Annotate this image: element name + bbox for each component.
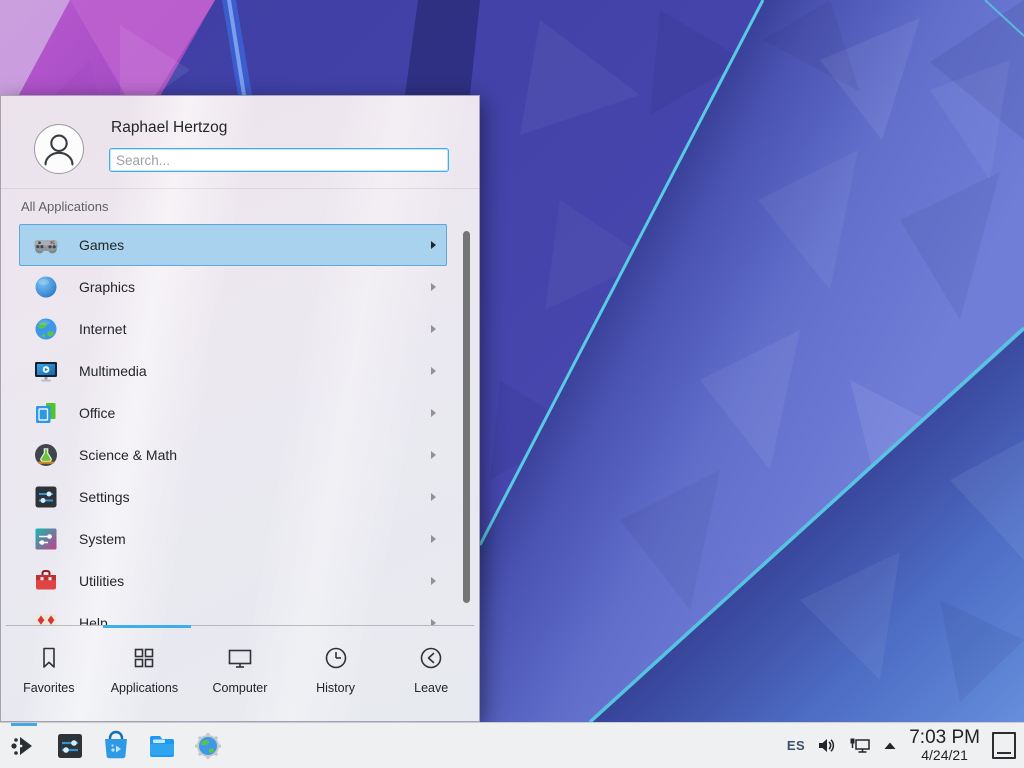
network-icon[interactable] xyxy=(849,737,871,754)
discover-button[interactable] xyxy=(100,723,132,768)
leave-icon xyxy=(417,644,445,672)
digital-clock[interactable]: 7:03 PM 4/24/21 xyxy=(909,728,980,763)
user-name: Raphael Hertzog xyxy=(111,119,227,137)
taskbar-app-icons xyxy=(8,723,224,768)
section-label: All Applications xyxy=(21,199,108,214)
submenu-arrow-icon xyxy=(431,577,436,585)
utilities-icon xyxy=(33,568,59,594)
system-settings-button[interactable] xyxy=(54,723,86,768)
file-manager-button[interactable] xyxy=(146,723,178,768)
favorites-icon xyxy=(35,644,63,672)
category-help[interactable]: Help xyxy=(19,602,447,625)
tab-label: History xyxy=(316,681,355,695)
submenu-arrow-icon xyxy=(431,451,436,459)
show-desktop-button[interactable] xyxy=(992,732,1016,759)
submenu-arrow-icon xyxy=(431,325,436,333)
keyboard-layout-indicator[interactable]: ES xyxy=(787,738,805,753)
submenu-arrow-icon xyxy=(431,493,436,501)
tab-label: Leave xyxy=(414,681,448,695)
expand-tray-icon[interactable] xyxy=(883,741,897,750)
application-launcher-button[interactable] xyxy=(8,723,40,768)
tab-label: Applications xyxy=(111,681,178,695)
kickoff-icon xyxy=(8,730,40,762)
submenu-arrow-icon xyxy=(431,283,436,291)
active-tab-indicator xyxy=(103,625,191,628)
header-separator xyxy=(1,188,479,189)
category-internet[interactable]: Internet xyxy=(19,308,447,350)
category-label: Office xyxy=(79,405,115,421)
settings-icon xyxy=(33,484,59,510)
launcher-tabbar: Favorites Applications Computer History Leav… xyxy=(1,629,479,722)
category-utilities[interactable]: Utilities xyxy=(19,560,447,602)
discover-icon xyxy=(100,730,132,762)
tab-applications[interactable]: Applications xyxy=(97,629,193,722)
search-input[interactable] xyxy=(109,148,449,172)
user-avatar xyxy=(34,124,84,174)
active-task-indicator xyxy=(11,723,37,726)
tab-leave[interactable]: Leave xyxy=(383,629,479,722)
category-label: Games xyxy=(79,237,124,253)
list-scrollbar[interactable] xyxy=(463,231,470,603)
category-science-math[interactable]: Science & Math xyxy=(19,434,447,476)
tab-computer[interactable]: Computer xyxy=(192,629,288,722)
dolphin-icon xyxy=(146,730,178,762)
science-icon xyxy=(33,442,59,468)
clock-date: 4/24/21 xyxy=(909,748,980,763)
globe-icon xyxy=(192,730,224,762)
tab-favorites[interactable]: Favorites xyxy=(1,629,97,722)
system-icon xyxy=(33,526,59,552)
volume-icon[interactable] xyxy=(817,737,837,754)
category-multimedia[interactable]: Multimedia xyxy=(19,350,447,392)
submenu-arrow-icon xyxy=(431,535,436,543)
clock-time: 7:03 PM xyxy=(909,728,980,748)
show-desktop-line xyxy=(997,752,1011,754)
tab-history[interactable]: History xyxy=(288,629,384,722)
category-label: Internet xyxy=(79,321,126,337)
category-label: Utilities xyxy=(79,573,124,589)
category-label: Help xyxy=(79,615,108,625)
internet-icon xyxy=(33,316,59,342)
tab-label: Computer xyxy=(213,681,268,695)
multimedia-icon xyxy=(33,358,59,384)
category-label: Graphics xyxy=(79,279,135,295)
submenu-arrow-icon xyxy=(431,409,436,417)
history-icon xyxy=(322,644,350,672)
category-list: Games Graphics Internet Multimedia Office Sci… xyxy=(19,224,447,625)
submenu-arrow-icon xyxy=(431,367,436,375)
category-office[interactable]: Office xyxy=(19,392,447,434)
category-graphics[interactable]: Graphics xyxy=(19,266,447,308)
submenu-arrow-icon xyxy=(431,241,436,249)
settings-icon xyxy=(54,730,86,762)
games-icon xyxy=(33,232,59,258)
web-globe-button[interactable] xyxy=(192,723,224,768)
category-label: Science & Math xyxy=(79,447,177,463)
applications-icon xyxy=(130,644,158,672)
category-settings[interactable]: Settings xyxy=(19,476,447,518)
office-icon xyxy=(33,400,59,426)
tab-label: Favorites xyxy=(23,681,74,695)
help-icon xyxy=(33,610,59,625)
computer-icon xyxy=(226,644,254,672)
category-games[interactable]: Games xyxy=(19,224,447,266)
graphics-icon xyxy=(33,274,59,300)
taskbar-panel: ES 7:03 PM 4/24/21 xyxy=(0,722,1024,768)
tabbar-separator xyxy=(6,625,474,626)
application-launcher-menu: Raphael Hertzog All Applications Games Gr… xyxy=(0,95,480,722)
category-label: Settings xyxy=(79,489,130,505)
category-label: Multimedia xyxy=(79,363,147,379)
category-system[interactable]: System xyxy=(19,518,447,560)
system-tray: ES 7:03 PM 4/24/21 xyxy=(787,723,1024,768)
category-label: System xyxy=(79,531,126,547)
